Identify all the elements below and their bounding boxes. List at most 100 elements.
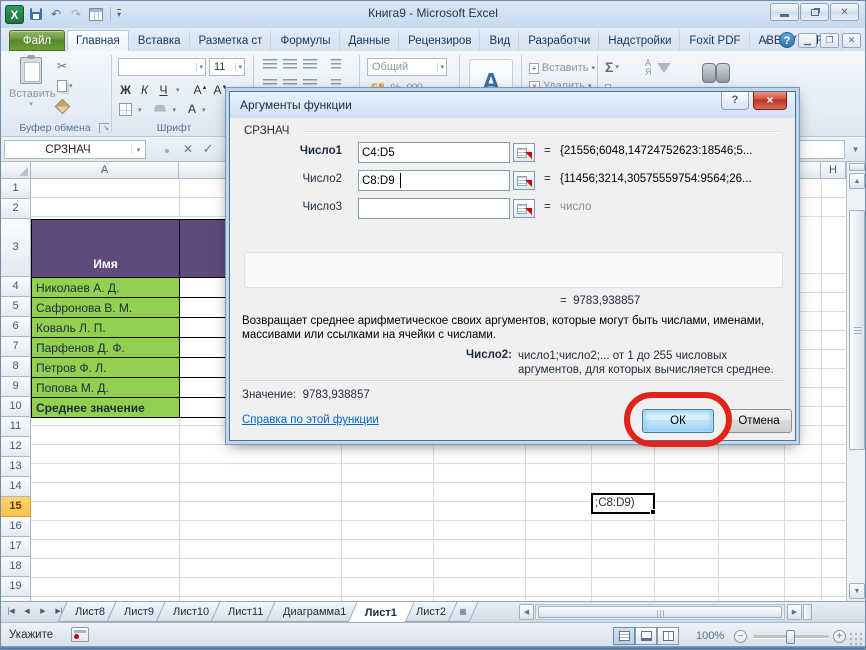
autosum-icon[interactable]: Σ [605,59,613,75]
select-all-corner[interactable] [1,162,31,179]
cell-a6[interactable]: Коваль Л. П. [31,317,180,338]
align-right-icon[interactable] [303,79,317,90]
zoom-in-icon[interactable]: + [833,630,846,643]
normal-view-button[interactable] [613,627,635,645]
workbook-restore-button[interactable]: ❒ [820,33,839,48]
zoom-slider-thumb[interactable] [786,630,795,644]
row-header-7[interactable]: 7 [1,337,31,357]
scroll-up-icon[interactable]: ▲ [849,173,865,189]
orientation-icon[interactable] [331,59,341,70]
find-select-button[interactable] [701,59,731,85]
ribbon-tab-0[interactable]: Главная [67,30,129,51]
sheet-tab-5[interactable]: Лист1 [347,602,414,623]
name-box-dropdown-icon[interactable]: ▾ [131,146,145,154]
workbook-close-button[interactable]: ✕ [842,33,861,48]
scroll-down-icon[interactable]: ▼ [849,583,865,599]
cell-a10[interactable]: Среднее значение [31,397,180,418]
arg3-input[interactable] [358,198,510,219]
row-header-12[interactable]: 12 [1,437,31,457]
prev-sheet-icon[interactable]: ◀ [20,605,34,619]
ribbon-tab-3[interactable]: Формулы [271,30,339,51]
zoom-level[interactable]: 100% [696,630,724,642]
dialog-close-button[interactable]: × [753,92,787,110]
function-help-link[interactable]: Справка по этой функции [242,414,379,426]
minimize-button[interactable] [770,3,799,21]
number-format-combo[interactable]: Общий▾ [367,58,447,76]
v-split-handle[interactable] [849,163,865,171]
help-icon[interactable]: ? [779,32,795,48]
merge-center-icon[interactable] [331,79,341,90]
row-header-18[interactable]: 18 [1,557,31,577]
tab-split-handle[interactable] [803,604,812,620]
align-middle-icon[interactable] [283,59,297,70]
cell-a7[interactable]: Парфенов Д. Ф. [31,337,180,358]
row-header-11[interactable]: 11 [1,417,31,437]
scroll-right-icon[interactable]: ▶ [787,604,802,620]
row-header-1[interactable]: 1 [1,179,31,199]
cell-a5[interactable]: Сафронова В. М. [31,297,180,318]
row-header-4[interactable]: 4 [1,277,31,297]
first-sheet-icon[interactable]: |◀ [4,605,18,619]
font-name-combo[interactable]: ▾ [118,58,206,76]
insert-cells-button[interactable]: + Вставить▾ [529,59,595,77]
close-button[interactable]: ✕ [830,3,859,21]
scroll-left-icon[interactable]: ◀ [519,604,534,620]
row-header-14[interactable]: 14 [1,477,31,497]
macro-record-icon[interactable] [71,627,89,642]
editing-cell[interactable]: ;C8:D9) [591,493,655,514]
v-scroll-thumb[interactable] [849,210,865,450]
column-header-a[interactable]: A [31,162,179,179]
arg1-input[interactable] [358,142,510,163]
borders-icon[interactable] [119,103,132,116]
formula-input[interactable] [796,140,845,159]
resize-grip[interactable] [849,632,862,645]
shrink-font-button[interactable]: А▼ [213,83,227,97]
arg2-range-picker-icon[interactable] [513,171,535,190]
page-layout-view-button[interactable] [635,627,657,645]
font-size-combo[interactable]: 11▾ [209,58,245,76]
format-painter-button[interactable] [57,99,87,113]
ribbon-tab-8[interactable]: Надстройки [599,30,680,51]
h-scroll-thumb[interactable] [538,606,782,618]
row-header-19[interactable]: 19 [1,577,31,597]
zoom-out-icon[interactable]: − [734,630,747,643]
collapse-ribbon-icon[interactable]: ▲ [758,32,776,48]
cancel-entry-icon[interactable]: ✕ [179,141,197,158]
ribbon-tab-1[interactable]: Вставка [129,30,190,51]
align-left-icon[interactable] [263,79,277,90]
font-color-icon[interactable]: А [188,104,196,115]
ribbon-tab-7[interactable]: Разработчи [519,30,599,51]
h-scroll-track[interactable] [535,604,785,620]
italic-button[interactable]: К [138,83,151,97]
paste-button[interactable]: Вставить ▾ [9,57,53,129]
align-bottom-icon[interactable] [303,59,317,70]
underline-button[interactable]: Ч [157,83,170,97]
name-box[interactable]: СРЗНАЧ ▾ [4,140,146,159]
cancel-button[interactable]: Отмена [726,409,792,433]
row-header-6[interactable]: 6 [1,317,31,337]
grow-font-button[interactable]: А▲ [194,83,208,97]
sort-filter-button[interactable]: АЯ [645,59,671,89]
row-header-13[interactable]: 13 [1,457,31,477]
column-header-h[interactable]: H [821,162,846,179]
ribbon-tab-2[interactable]: Разметка ст [190,30,272,51]
paste-dropdown-icon[interactable]: ▾ [9,100,53,108]
ribbon-tab-4[interactable]: Данные [340,30,400,51]
align-center-icon[interactable] [283,79,297,90]
ribbon-tab-9[interactable]: Foxit PDF [680,30,749,51]
underline-dropdown-icon[interactable]: ▾ [176,86,180,94]
row-header-16[interactable]: 16 [1,517,31,537]
name-box-resize-handle[interactable] [165,149,169,153]
cell-a4[interactable]: Николаев А. Д. [31,277,180,298]
cut-button[interactable]: ✂ [57,59,87,73]
row-header-9[interactable]: 9 [1,377,31,397]
dialog-help-button[interactable]: ? [721,92,749,110]
row-header-2[interactable]: 2 [1,199,31,219]
row-header-17[interactable]: 17 [1,537,31,557]
cell-a9[interactable]: Попова М. Д. [31,377,180,398]
cell-a8[interactable]: Петров Ф. Л. [31,357,180,378]
expand-formula-bar-icon[interactable]: ▼ [848,142,863,157]
dialog-title-bar[interactable]: Аргументы функции [230,92,795,118]
ribbon-tab-5[interactable]: Рецензиров [399,30,480,51]
row-header-10[interactable]: 10 [1,397,31,417]
